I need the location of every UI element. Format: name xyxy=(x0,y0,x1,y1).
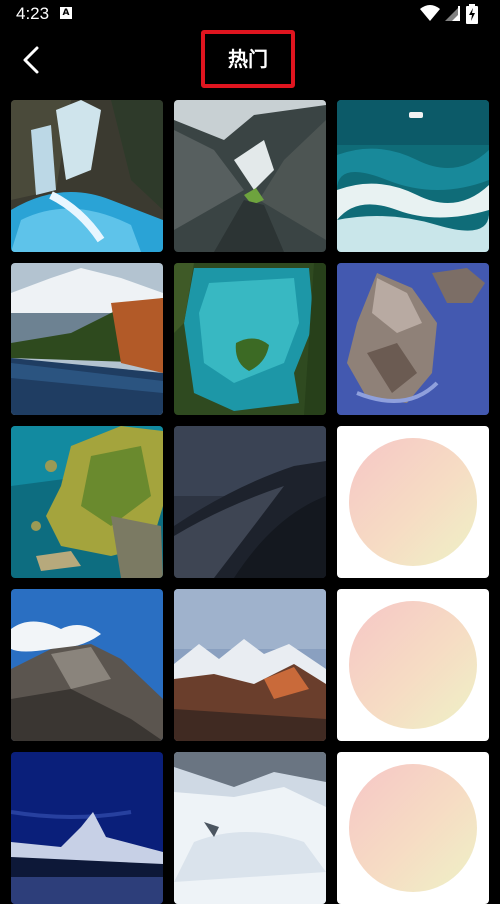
wallpaper-tile-coast-island-aerial[interactable] xyxy=(11,426,163,578)
notification-a-icon: A xyxy=(60,7,72,19)
battery-charging-icon xyxy=(466,4,478,24)
signal-icon xyxy=(445,6,460,21)
wallpaper-tile-mountain-lake-forest[interactable] xyxy=(11,263,163,415)
wallpaper-tile-snowy-slope[interactable] xyxy=(174,752,326,904)
status-icons xyxy=(420,4,490,24)
wallpaper-tile-rocky-peak-clouds[interactable] xyxy=(11,589,163,741)
wallpaper-tile-gradient-circle-2[interactable] xyxy=(337,589,489,741)
back-button[interactable] xyxy=(14,42,50,78)
wallpaper-tile-sea-rock-stack[interactable] xyxy=(337,263,489,415)
wallpaper-tile-gradient-circle-3[interactable] xyxy=(337,752,489,904)
wallpaper-tile-lake-island-aerial[interactable] xyxy=(174,263,326,415)
app-header: 热门 xyxy=(0,28,500,94)
wallpaper-tile-ocean-waves-aerial[interactable] xyxy=(337,100,489,252)
wallpaper-tile-alpine-range[interactable] xyxy=(174,589,326,741)
wallpaper-tile-waterfall[interactable] xyxy=(11,100,163,252)
wallpaper-tile-gradient-circle-1[interactable] xyxy=(337,426,489,578)
page-title: 热门 xyxy=(228,47,268,71)
status-time: 4:23 xyxy=(16,4,50,23)
wifi-icon xyxy=(420,5,440,21)
chevron-left-icon xyxy=(23,46,39,74)
status-bar: 4:23 A xyxy=(0,0,500,28)
wallpaper-tile-matterhorn-night[interactable] xyxy=(11,752,163,904)
wallpaper-tile-mountain-valley[interactable] xyxy=(174,100,326,252)
wallpaper-tile-desert-dunes-night[interactable] xyxy=(174,426,326,578)
